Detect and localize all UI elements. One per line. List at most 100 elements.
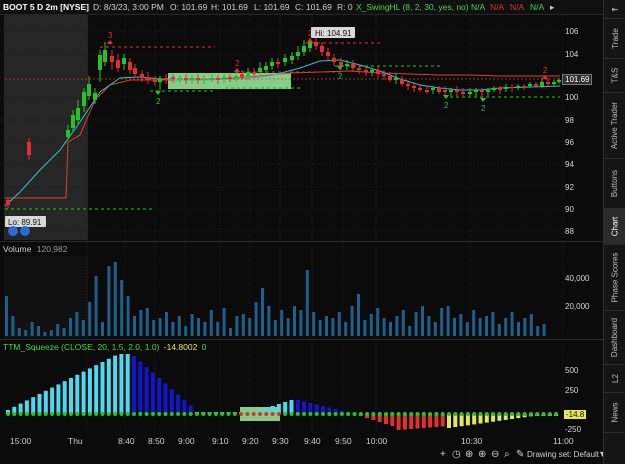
time-tick: 10:30 <box>461 436 483 446</box>
na-value-2: N/A <box>490 2 505 12</box>
volume-bar <box>312 312 316 336</box>
volume-bar <box>414 312 418 336</box>
squeeze-dot <box>144 412 149 416</box>
sidebar-collapse-icon[interactable]: ⇤ <box>604 0 625 19</box>
volume-bar <box>177 316 181 336</box>
tab-news[interactable]: News <box>604 392 625 433</box>
squeeze-dot <box>87 412 92 416</box>
right-sidebar: ⇤ Trade T&S Active Trader Buttons Chart … <box>603 0 625 464</box>
squeeze-bar <box>75 374 80 414</box>
tab-active-trader[interactable]: Active Trader <box>604 92 625 159</box>
squeeze-bar <box>144 367 149 414</box>
squeeze-dot <box>207 412 212 416</box>
pencil-icon[interactable]: ✎ <box>516 449 524 460</box>
volume-bar <box>472 310 476 336</box>
squeeze-dot <box>264 412 269 416</box>
squeeze-bar <box>113 355 118 414</box>
squeeze-dot <box>69 412 73 416</box>
zoom-out-icon[interactable]: ⊖ <box>491 449 499 460</box>
volume-bar <box>133 316 136 336</box>
drawing-set-label[interactable]: Drawing set: Default <box>527 450 599 459</box>
squeeze-dot <box>377 412 382 416</box>
volume-bar <box>376 308 380 336</box>
squeeze-dot <box>24 412 29 416</box>
squeeze-dot <box>415 412 420 416</box>
squeeze-dot <box>169 412 174 416</box>
volume-bar <box>280 310 284 336</box>
time-tick: 9:20 <box>242 436 259 446</box>
squeeze-dot <box>321 412 325 416</box>
volume-bar <box>465 322 469 336</box>
volume-bar <box>446 306 450 336</box>
svg-text:2: 2 <box>444 101 449 110</box>
volume-bar <box>254 302 258 336</box>
squeeze-dot <box>327 412 332 416</box>
squeeze-dot <box>113 412 118 416</box>
volume-bar <box>344 322 348 336</box>
squeeze-dot <box>491 412 496 416</box>
volume-bar <box>369 314 373 336</box>
na-value-1: N/A <box>471 2 486 12</box>
squeeze-bar <box>138 361 143 414</box>
squeeze-dot <box>371 412 376 416</box>
squeeze-dot <box>276 412 281 416</box>
squeeze-dot <box>421 412 426 416</box>
squeeze-dot <box>314 412 319 416</box>
squeeze-dot <box>295 412 300 416</box>
squeeze-dot <box>62 412 67 416</box>
squeeze-bar <box>50 387 55 414</box>
squeeze-tick: 250 <box>565 386 579 395</box>
dividend-icon <box>8 226 18 236</box>
study-label[interactable]: X_SwingHL (8, 2, 30, yes, no) <box>356 2 469 12</box>
squeeze-dot <box>497 412 502 416</box>
svg-text:2: 2 <box>156 97 161 106</box>
tab-chart[interactable]: Chart <box>604 208 625 245</box>
time-tick: 9:40 <box>304 436 321 446</box>
add-icon[interactable]: + <box>440 449 446 460</box>
volume-bar <box>459 314 463 336</box>
collapse-icon[interactable]: ▸ <box>550 2 554 13</box>
tab-buttons[interactable]: Buttons <box>604 158 625 209</box>
time-tick: 8:40 <box>118 436 135 446</box>
svg-text:2: 2 <box>235 59 240 68</box>
tab-dashboard[interactable]: Dashboard <box>604 310 625 365</box>
squeeze-dot <box>358 412 363 416</box>
volume-bar <box>261 288 264 336</box>
clock-icon[interactable]: ◷ <box>452 449 461 460</box>
volume-bar <box>421 306 424 336</box>
squeeze-bar <box>163 383 168 414</box>
zoom-in-icon[interactable]: ⊕ <box>478 449 486 460</box>
volume-bar <box>24 330 28 336</box>
svg-text:2: 2 <box>338 72 343 81</box>
symbol-label[interactable]: BOOT 5 D 2m [NYSE] <box>3 2 89 12</box>
open-value: O: 101.69 <box>170 2 208 12</box>
tab-trade[interactable]: Trade <box>604 18 625 59</box>
volume-bar <box>197 318 200 336</box>
price-tick: 100 <box>565 93 579 102</box>
pan-icon[interactable]: ⊕ <box>465 449 473 460</box>
chart-canvas[interactable]: 22222 223 Hi: 104.91 Lo: 89.91 <box>0 15 603 446</box>
squeeze-tick: 500 <box>565 366 579 375</box>
squeeze-bar <box>402 414 407 430</box>
volume-bar <box>235 316 239 336</box>
squeeze-bar <box>87 368 92 414</box>
volume-bar <box>5 296 8 336</box>
tab-phase-scores[interactable]: Phase Scores <box>604 244 625 311</box>
squeeze-label[interactable]: TTM_Squeeze (CLOSE, 20, 1.5, 2.0, 1.0) <box>3 342 159 352</box>
tab-time-and-sales[interactable]: T&S <box>604 58 625 93</box>
squeeze-dot <box>119 412 124 416</box>
squeeze-dot <box>396 412 401 416</box>
volume-bar <box>94 276 98 336</box>
time-tick: Thu <box>68 436 83 446</box>
squeeze-bar <box>119 354 124 414</box>
na-value-3: N/A <box>510 2 525 12</box>
volume-bar <box>37 326 40 336</box>
tab-l2[interactable]: L2 <box>604 364 625 393</box>
magnifier-icon[interactable]: ⌕ <box>504 449 510 460</box>
squeeze-dot <box>43 412 48 416</box>
price-tick: 90 <box>565 205 574 214</box>
volume-bar <box>190 314 194 336</box>
volume-value: 120,982 <box>36 244 68 254</box>
squeeze-bar <box>169 389 174 414</box>
time-tick: 11:00 <box>553 436 574 446</box>
